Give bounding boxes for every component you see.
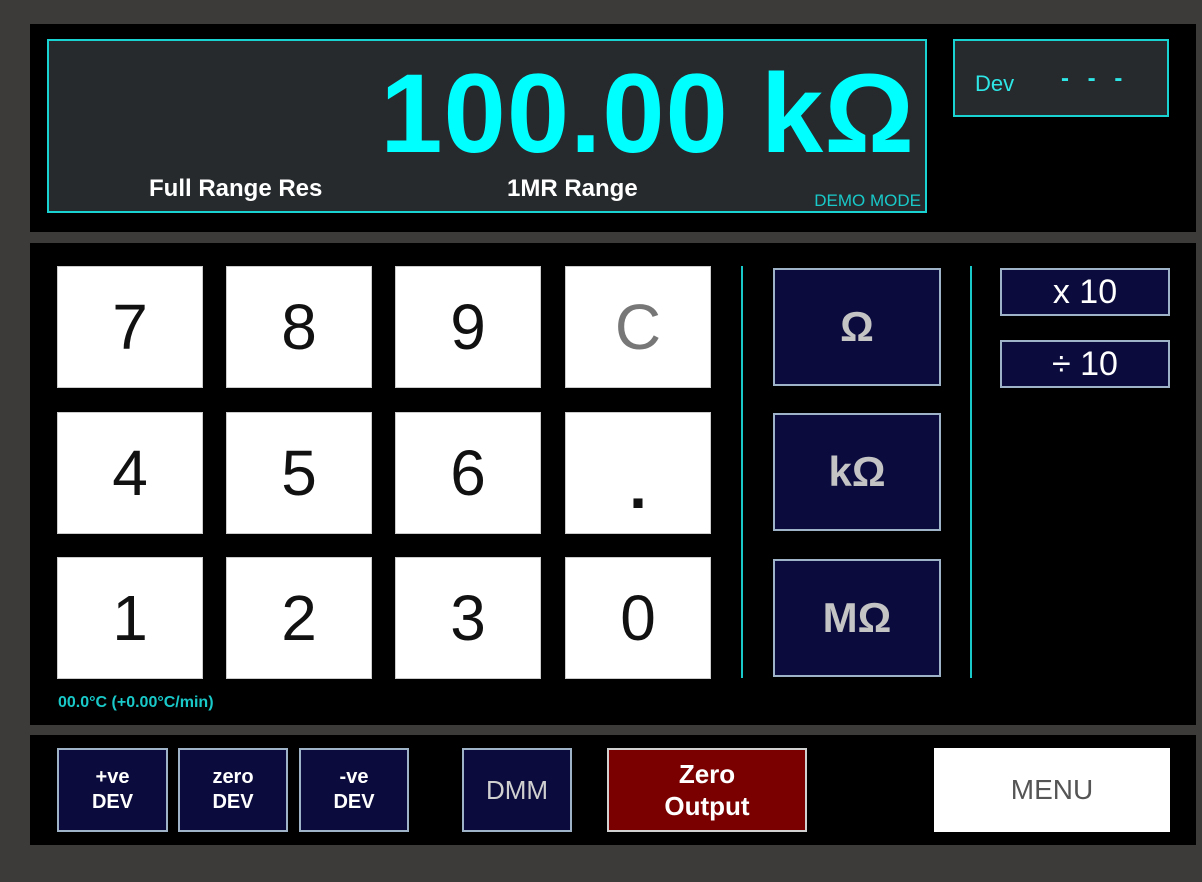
main-reading: 100.00 kΩ <box>380 51 915 176</box>
range-label: 1MR Range <box>507 175 638 202</box>
key-8[interactable]: 8 <box>226 266 372 388</box>
button-label: -ve <box>339 766 369 788</box>
demo-mode-label: DEMO MODE <box>814 191 921 210</box>
key-7[interactable]: 7 <box>57 266 203 388</box>
divider <box>970 266 972 678</box>
button-label: DEV <box>333 791 375 813</box>
divider <box>741 266 743 678</box>
positive-dev-button[interactable]: +ve DEV <box>57 748 168 832</box>
button-label: Zero <box>678 759 736 789</box>
button-label: zero <box>212 766 254 788</box>
key-5[interactable]: 5 <box>226 412 372 534</box>
zero-dev-button[interactable]: zero DEV <box>178 748 288 832</box>
key-2[interactable]: 2 <box>226 557 372 679</box>
unit-kohm-button[interactable]: kΩ <box>773 413 941 531</box>
deviation-label: Dev <box>975 71 1015 96</box>
dmm-button[interactable]: DMM <box>462 748 572 832</box>
main-display: 100.00 kΩ Full Range Res 1MR Range DEMO … <box>47 39 927 213</box>
menu-button[interactable]: MENU <box>934 748 1170 832</box>
key-3[interactable]: 3 <box>395 557 541 679</box>
deviation-display: Dev - - - <box>953 39 1169 117</box>
negative-dev-button[interactable]: -ve DEV <box>299 748 409 832</box>
button-label: DEV <box>91 791 134 813</box>
key-0[interactable]: 0 <box>565 557 711 679</box>
button-label: Output <box>664 791 750 821</box>
key-9[interactable]: 9 <box>395 266 541 388</box>
zero-output-button[interactable]: Zero Output <box>607 748 807 832</box>
multiply-10-button[interactable]: x 10 <box>1000 268 1170 316</box>
unit-ohm-button[interactable]: Ω <box>773 268 941 386</box>
key-4[interactable]: 4 <box>57 412 203 534</box>
frame-strip <box>10 10 1196 24</box>
key-6[interactable]: 6 <box>395 412 541 534</box>
deviation-value: - - - <box>1061 65 1129 92</box>
unit-mohm-button[interactable]: MΩ <box>773 559 941 677</box>
key-clear[interactable]: C <box>565 266 711 388</box>
function-label: Full Range Res <box>149 175 323 202</box>
key-1[interactable]: 1 <box>57 557 203 679</box>
button-label: +ve <box>95 766 130 788</box>
divide-10-button[interactable]: ÷ 10 <box>1000 340 1170 388</box>
frame-strip <box>10 10 30 232</box>
temperature-readout: 00.0°C (+0.00°C/min) <box>58 694 214 711</box>
button-label: DEV <box>212 791 254 813</box>
key-decimal[interactable]: . <box>565 412 711 534</box>
